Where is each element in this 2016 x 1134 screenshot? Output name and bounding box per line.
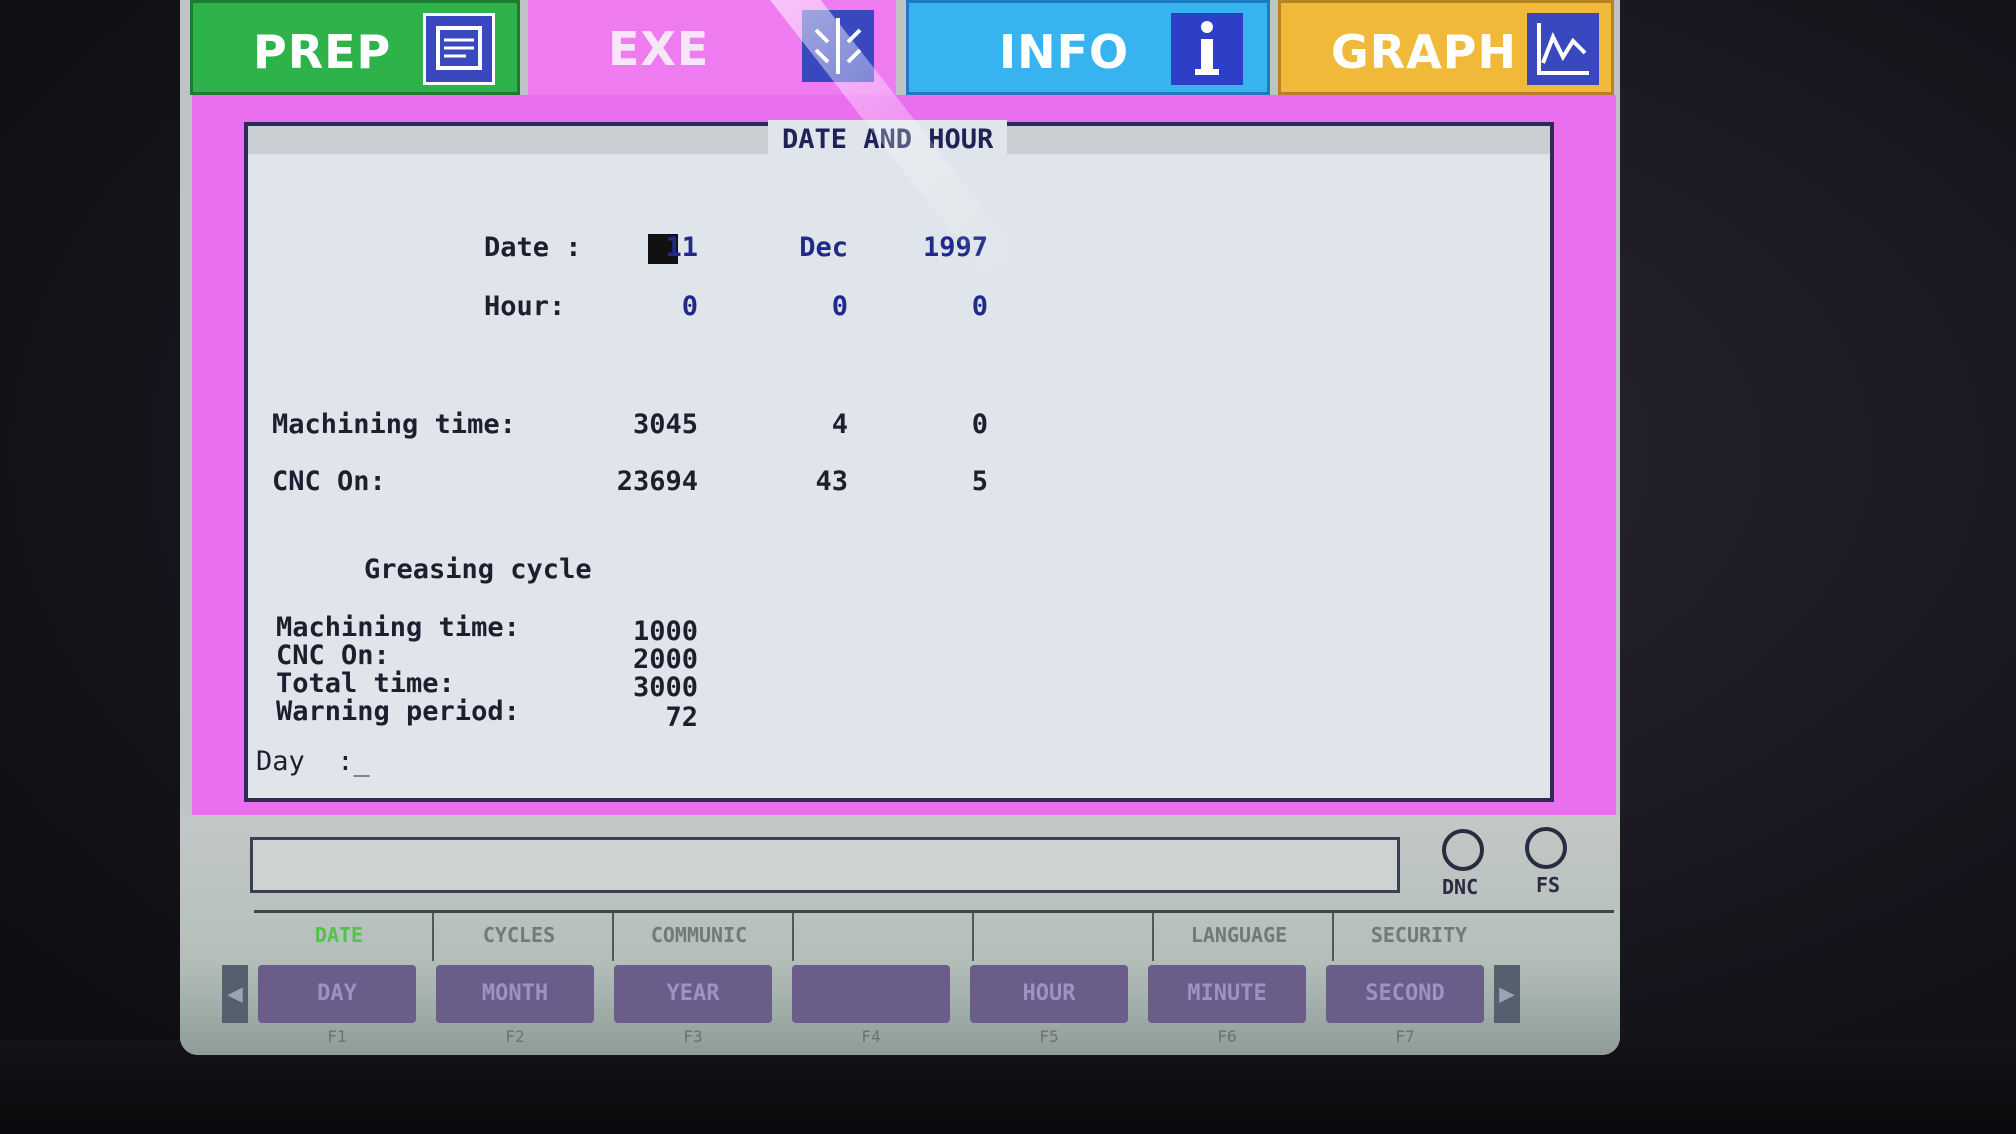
menu-item-security[interactable]: SECURITY [1334,923,1504,947]
document-icon [423,13,495,85]
greasing-warning-value: 72 [665,702,698,733]
greasing-machining-value: 1000 [632,616,698,647]
panel-title: DATE AND HOUR [768,120,1008,160]
greasing-warning-label: Warning period: [276,696,520,727]
scroll-right-arrow[interactable]: ▶ [1494,965,1520,1023]
hour-label: Hour: [484,291,566,322]
fkey-label-f4: F4 [861,1027,881,1046]
dnc-label: DNC [1442,875,1479,899]
date-hour-panel: DATE AND HOUR Date : 11 Dec 1997 Hour: 0… [244,120,1554,802]
greasing-machining-label: Machining time: [276,612,520,643]
scroll-left-arrow[interactable]: ◀ [222,965,248,1023]
cnc-on-s: 5 [971,466,988,497]
greasing-cnc-value: 2000 [632,644,698,675]
menu-separator [972,913,974,961]
execute-icon [802,10,874,82]
fkey-label-f1: F1 [327,1027,347,1046]
menu-item-language[interactable]: LANGUAGE [1154,923,1324,947]
softkey-second[interactable]: SECOND [1326,965,1484,1023]
lower-control-area: DNC FS DATE CYCLES COMMUNIC LANGUAGE SEC… [180,815,1620,1055]
tab-info[interactable]: INFO [906,0,1270,95]
menu-separator [792,913,794,961]
tab-graph[interactable]: GRAPH [1278,0,1614,95]
date-year[interactable]: 1997 [868,232,988,263]
dnc-indicator [1442,829,1484,871]
greasing-total-value: 3000 [632,672,698,703]
cnc-on-m: 43 [815,466,848,497]
menu-item-communic[interactable]: COMMUNIC [614,923,784,947]
machining-time-m: 4 [831,409,848,440]
cnc-on-label: CNC On: [272,466,386,497]
tab-info-label: INFO [999,25,1130,79]
fs-label: FS [1536,873,1561,897]
softkey-minute[interactable]: MINUTE [1148,965,1306,1023]
tab-exe[interactable]: EXE [528,0,896,95]
menu-item-date[interactable]: DATE [254,923,424,947]
message-line [250,837,1400,893]
tab-prep[interactable]: PREP [190,0,520,95]
fkey-label-f6: F6 [1217,1027,1237,1046]
softkey-day[interactable]: DAY [258,965,416,1023]
fkey-label-f5: F5 [1039,1027,1059,1046]
date-month[interactable]: Dec [728,232,848,263]
cnc-on-h: 23694 [616,466,698,497]
hour-s[interactable]: 0 [868,291,988,322]
info-icon [1171,13,1243,85]
menu-item-cycles[interactable]: CYCLES [434,923,604,947]
tab-graph-label: GRAPH [1331,25,1517,79]
greasing-cnc-label: CNC On: [276,640,390,671]
softkey-hour[interactable]: HOUR [970,965,1128,1023]
machining-time-label: Machining time: [272,409,516,440]
machining-time-h: 3045 [632,409,698,440]
fkey-label-f3: F3 [683,1027,703,1046]
hour-m[interactable]: 0 [728,291,848,322]
tab-prep-label: PREP [253,25,392,79]
input-prompt[interactable]: Day :_ [256,746,370,777]
date-label: Date : [484,232,582,263]
greasing-cycle-title: Greasing cycle [364,554,592,585]
greasing-total-label: Total time: [276,668,455,699]
tab-exe-label: EXE [608,22,710,76]
softkey-month[interactable]: MONTH [436,965,594,1023]
date-day[interactable]: 11 [578,232,698,263]
fs-indicator [1525,827,1567,869]
softkey-year[interactable]: YEAR [614,965,772,1023]
menu-row: DATE CYCLES COMMUNIC LANGUAGE SECURITY [254,910,1614,963]
fkey-label-f2: F2 [505,1027,525,1046]
hour-h[interactable]: 0 [578,291,698,322]
cnc-screen: PREP EXE INFO GRAPH DATE AND HOUR Date:… [180,0,1620,1055]
graph-icon [1527,13,1599,85]
softkey-empty[interactable] [792,965,950,1023]
fkey-label-f7: F7 [1395,1027,1415,1046]
machining-time-s: 0 [971,409,988,440]
